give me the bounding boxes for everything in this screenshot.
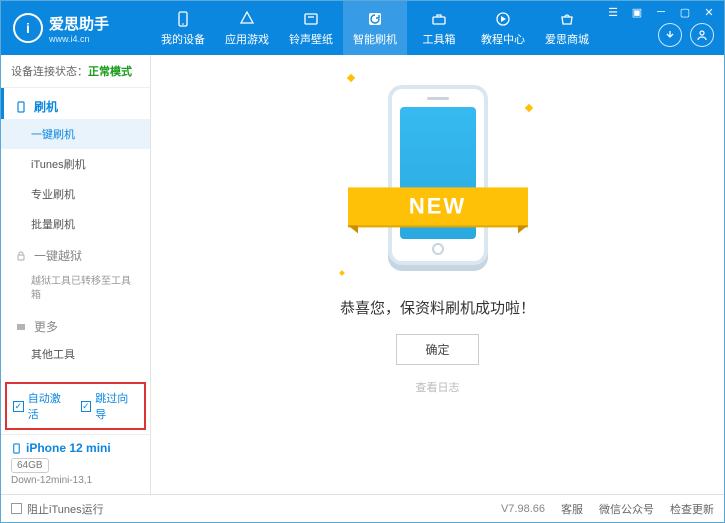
- checkbox-unchecked-icon: [11, 503, 22, 514]
- nav-toolbox[interactable]: 工具箱: [407, 1, 471, 55]
- nav-ringtone[interactable]: 铃声壁纸: [279, 1, 343, 55]
- nav-label: 铃声壁纸: [289, 31, 333, 47]
- nav-label: 爱思商城: [545, 31, 589, 47]
- checkbox-label: 阻止iTunes运行: [27, 501, 104, 517]
- wechat-link[interactable]: 微信公众号: [599, 501, 654, 517]
- new-banner: NEW: [348, 187, 528, 225]
- apps-icon: [238, 10, 256, 28]
- phone-icon: [174, 10, 192, 28]
- connection-label: 设备连接状态：: [11, 66, 88, 78]
- brand-name: 爱思助手: [49, 13, 109, 34]
- support-link[interactable]: 客服: [561, 501, 583, 517]
- sidebar-section-jailbreak[interactable]: 一键越狱: [1, 239, 150, 268]
- block-itunes-checkbox[interactable]: 阻止iTunes运行: [11, 501, 104, 517]
- connection-status: 设备连接状态：正常模式: [1, 55, 150, 88]
- download-icon[interactable]: [658, 23, 682, 47]
- success-message: 恭喜您，保资料刷机成功啦！: [340, 297, 535, 318]
- window-controls: ☰ ▣ ─ ▢ ✕: [604, 5, 718, 19]
- checkbox-label: 自动激活: [28, 390, 71, 422]
- checkbox-checked-icon: ✓: [81, 401, 92, 412]
- skip-guide-checkbox[interactable]: ✓ 跳过向导: [81, 390, 139, 422]
- sidebar-item-other[interactable]: 其他工具: [1, 339, 150, 369]
- auto-activate-checkbox[interactable]: ✓ 自动激活: [13, 390, 71, 422]
- store-icon: [558, 10, 576, 28]
- nav-label: 智能刷机: [353, 31, 397, 47]
- brand-url: www.i4.cn: [49, 34, 109, 44]
- view-log-link[interactable]: 查看日志: [416, 379, 460, 395]
- phone-graphic: [388, 85, 488, 265]
- nav-label: 教程中心: [481, 31, 525, 47]
- device-name[interactable]: iPhone 12 mini: [11, 441, 140, 455]
- main-content: NEW 恭喜您，保资料刷机成功啦！ 确定 查看日志: [151, 55, 724, 494]
- body: 设备连接状态：正常模式 刷机 一键刷机 iTunes刷机 专业刷机 批量刷机 一…: [1, 55, 724, 494]
- nav-label: 工具箱: [423, 31, 456, 47]
- check-update-link[interactable]: 检查更新: [670, 501, 714, 517]
- phone-small-icon: [14, 100, 28, 114]
- nav-store[interactable]: 爱思商城: [535, 1, 599, 55]
- device-capacity: 64GB: [11, 458, 49, 473]
- statusbar: 阻止iTunes运行 V7.98.66 客服 微信公众号 检查更新: [1, 494, 724, 522]
- toolbox-icon: [430, 10, 448, 28]
- device-firmware: Down-12mini-13,1: [11, 475, 140, 486]
- phone-illustration: NEW: [378, 85, 498, 285]
- main-window: i 爱思助手 www.i4.cn 我的设备 应用游戏 铃声壁纸 智能刷机: [1, 1, 724, 522]
- brand-area: i 爱思助手 www.i4.cn: [1, 13, 151, 44]
- sidebar-section-more[interactable]: 更多: [1, 310, 150, 339]
- more-icon: [14, 320, 28, 334]
- user-icon[interactable]: [690, 23, 714, 47]
- sidebar-item-pro[interactable]: 专业刷机: [1, 179, 150, 209]
- nav-label: 我的设备: [161, 31, 205, 47]
- refresh-icon: [366, 10, 384, 28]
- tutorial-icon: [494, 10, 512, 28]
- maximize-button[interactable]: ▢: [676, 5, 694, 19]
- sidebar-jailbreak-note: 越狱工具已转移至工具箱: [1, 268, 150, 310]
- menu-icon[interactable]: ☰: [604, 5, 622, 19]
- titlebar: i 爱思助手 www.i4.cn 我的设备 应用游戏 铃声壁纸 智能刷机: [1, 1, 724, 55]
- ok-button[interactable]: 确定: [396, 334, 478, 365]
- lock-icon: [14, 249, 28, 263]
- device-panel: iPhone 12 mini 64GB Down-12mini-13,1: [1, 434, 150, 494]
- header-actions: [658, 23, 714, 47]
- nav-apps[interactable]: 应用游戏: [215, 1, 279, 55]
- checkbox-label: 跳过向导: [95, 390, 138, 422]
- version-label: V7.98.66: [501, 503, 545, 515]
- section-label: 一键越狱: [34, 247, 82, 264]
- skin-icon[interactable]: ▣: [628, 5, 646, 19]
- checkbox-checked-icon: ✓: [13, 401, 24, 412]
- nav-tutorials[interactable]: 教程中心: [471, 1, 535, 55]
- logo-icon: i: [13, 13, 43, 43]
- nav-my-device[interactable]: 我的设备: [151, 1, 215, 55]
- sidebar-item-itunes[interactable]: iTunes刷机: [1, 149, 150, 179]
- sidebar-section-flash[interactable]: 刷机: [1, 88, 150, 119]
- brand-text-block: 爱思助手 www.i4.cn: [49, 13, 109, 44]
- close-button[interactable]: ✕: [700, 5, 718, 19]
- device-name-text: iPhone 12 mini: [26, 441, 111, 455]
- connection-mode: 正常模式: [88, 66, 132, 78]
- sidebar-item-oneclick[interactable]: 一键刷机: [1, 119, 150, 149]
- section-label: 更多: [34, 318, 58, 335]
- section-label: 刷机: [34, 98, 58, 115]
- minimize-button[interactable]: ─: [652, 5, 670, 19]
- device-phone-icon: [11, 443, 22, 454]
- sidebar-item-batch[interactable]: 批量刷机: [1, 209, 150, 239]
- sidebar: 设备连接状态：正常模式 刷机 一键刷机 iTunes刷机 专业刷机 批量刷机 一…: [1, 55, 151, 494]
- sidebar-scroll[interactable]: 刷机 一键刷机 iTunes刷机 专业刷机 批量刷机 一键越狱 越狱工具已转移至…: [1, 88, 150, 378]
- nav-flash[interactable]: 智能刷机: [343, 1, 407, 55]
- nav-label: 应用游戏: [225, 31, 269, 47]
- wallpaper-icon: [302, 10, 320, 28]
- flash-options-box: ✓ 自动激活 ✓ 跳过向导: [5, 382, 146, 430]
- sidebar-item-download-fw[interactable]: 下载固件: [1, 369, 150, 378]
